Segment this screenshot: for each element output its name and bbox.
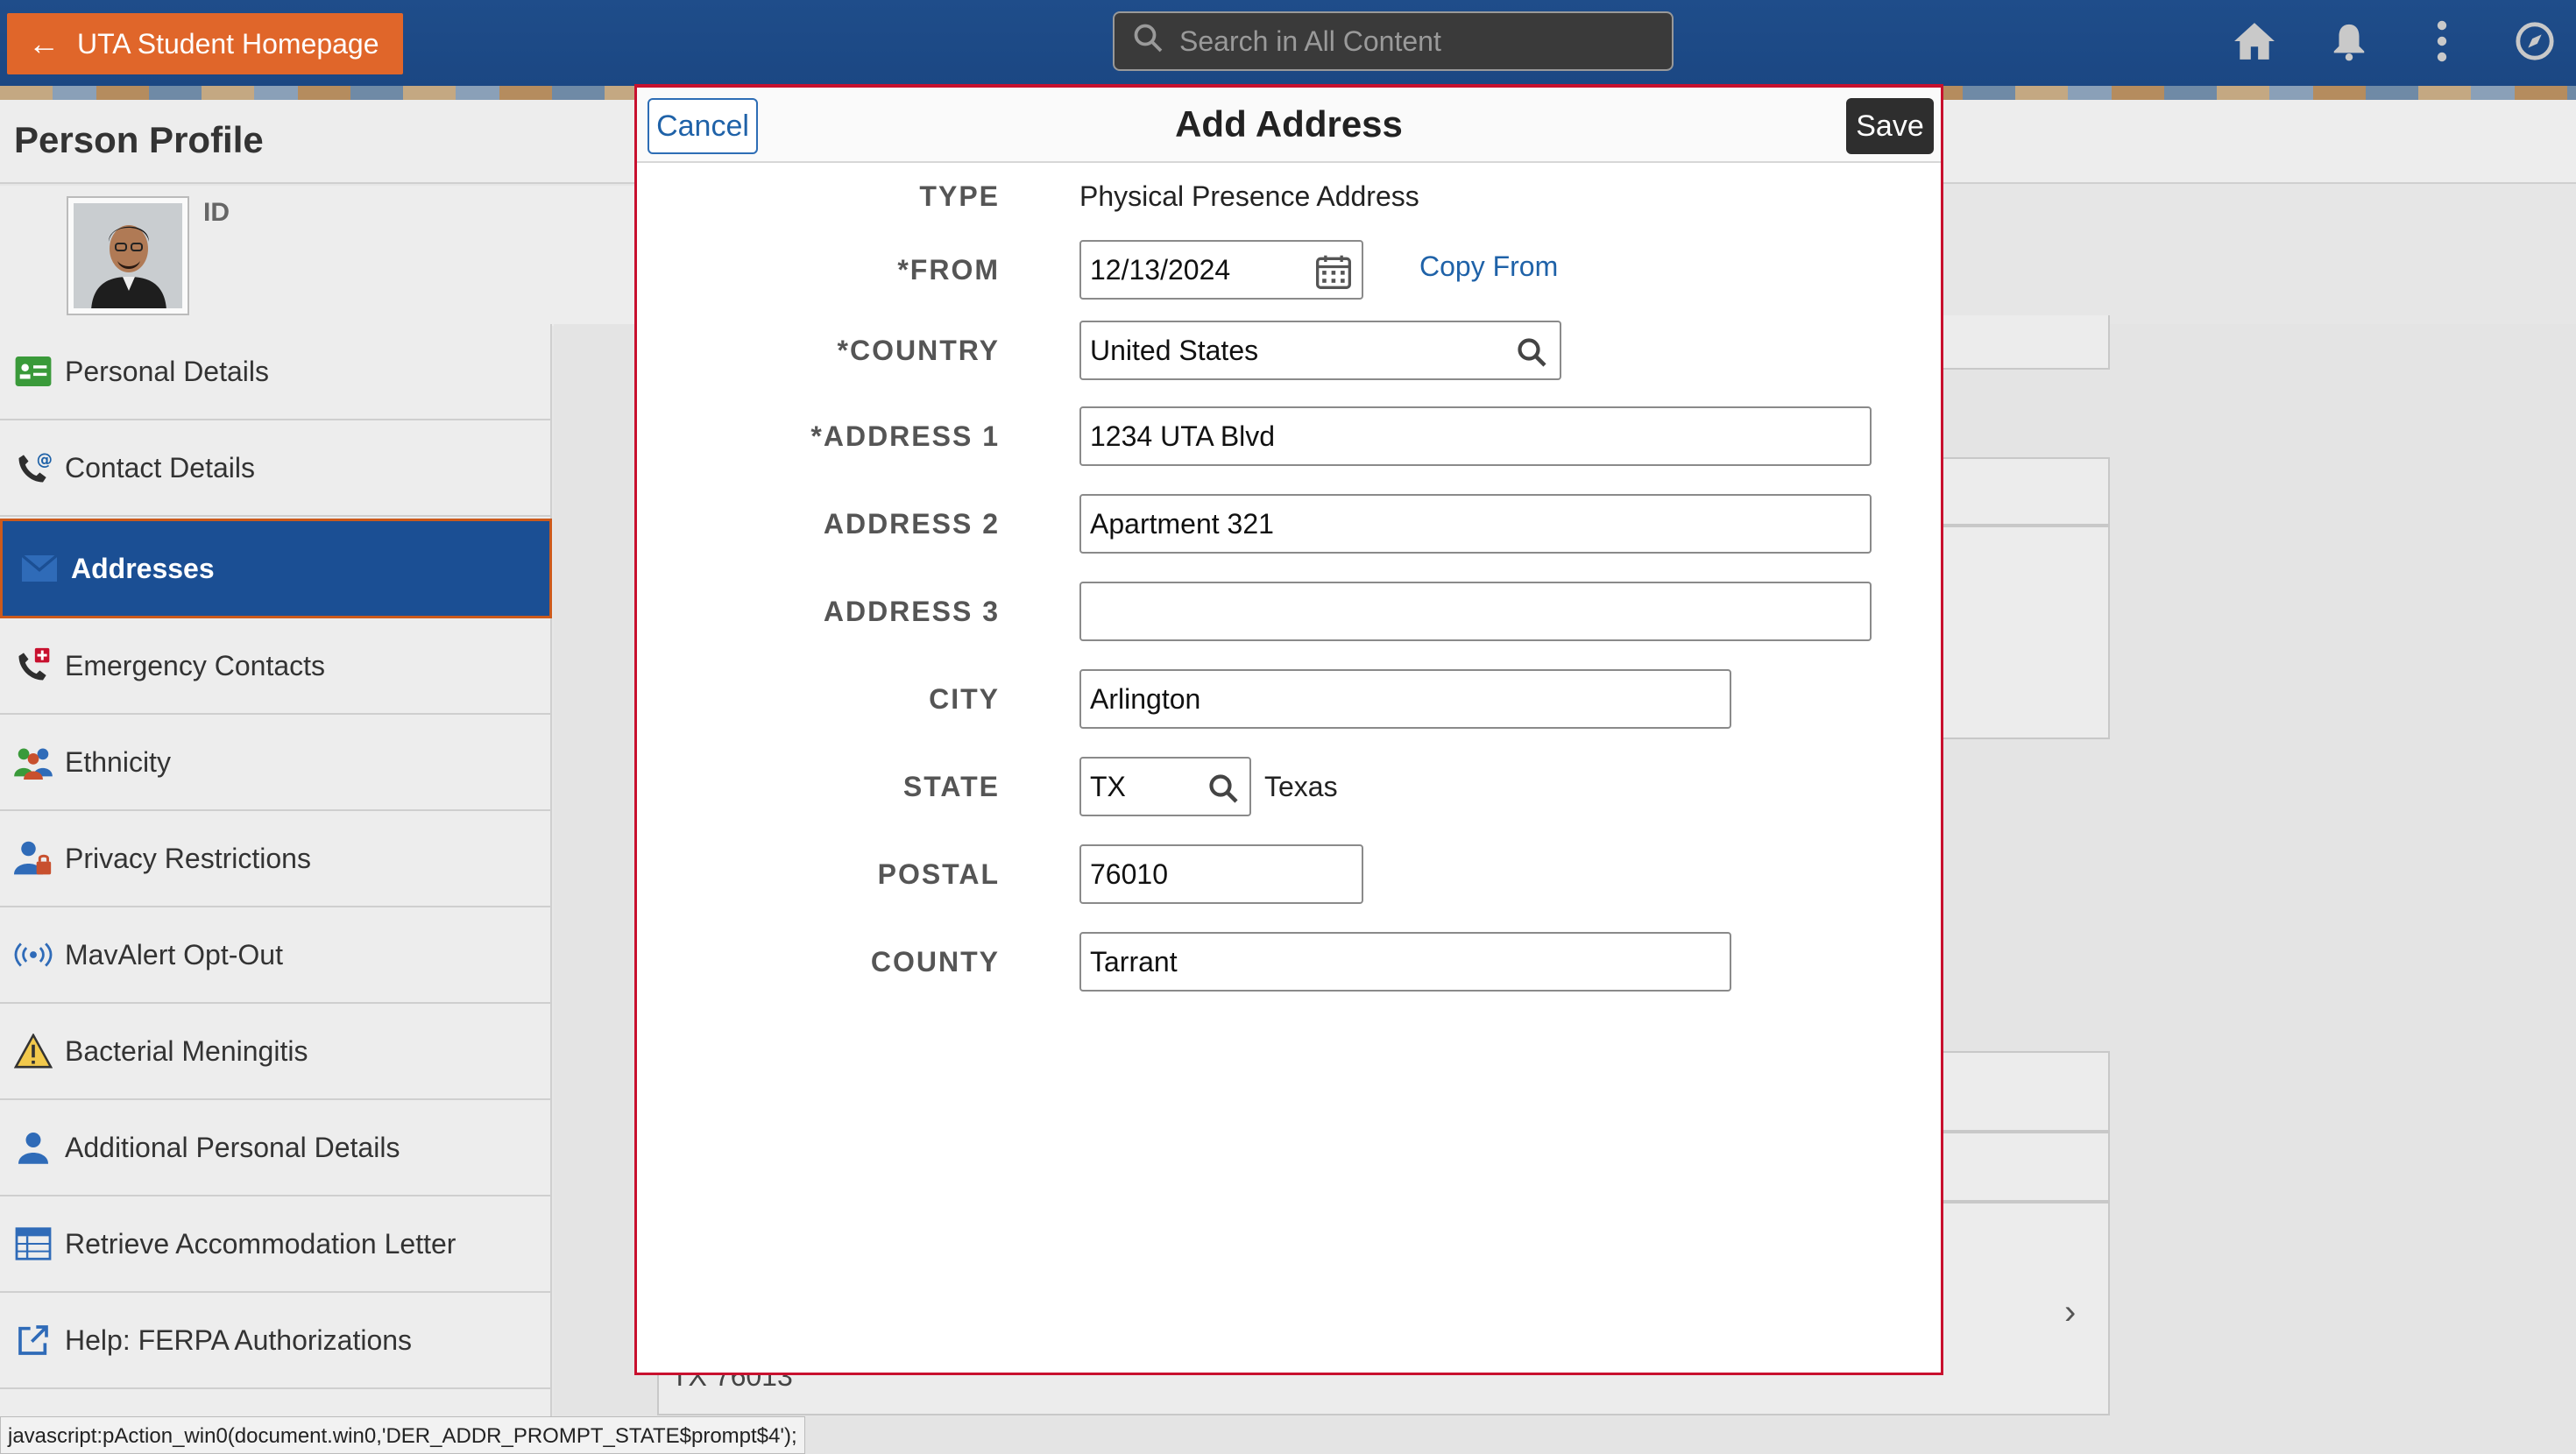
postal-value: 76010 — [1090, 858, 1168, 890]
sidebar-item-personal-details[interactable]: Personal Details — [0, 324, 552, 420]
cancel-button[interactable]: Cancel — [648, 98, 758, 154]
background-card — [1940, 1051, 2110, 1132]
search-placeholder: Search in All Content — [1179, 25, 1441, 57]
sidebar-item-label: Additional Personal Details — [65, 1131, 400, 1163]
sidebar-item-retrieve-accommodation-letter[interactable]: Retrieve Accommodation Letter — [0, 1196, 552, 1293]
search-icon — [1132, 22, 1164, 60]
city-label: CITY — [929, 683, 1000, 715]
back-to-homepage-button[interactable]: ← UTA Student Homepage — [7, 13, 403, 74]
state-value: TX — [1090, 770, 1126, 802]
home-icon[interactable] — [2233, 19, 2276, 63]
country-field[interactable]: United States — [1079, 321, 1561, 380]
sidebar-item-label: Contact Details — [65, 451, 255, 483]
postal-label: POSTAL — [877, 858, 1000, 890]
browser-status-bar: javascript:pAction_win0(document.win0,'D… — [0, 1416, 805, 1454]
state-label: STATE — [902, 771, 1000, 802]
modal-title: Add Address — [1175, 103, 1403, 145]
warning-icon — [14, 1032, 53, 1070]
type-label: TYPE — [919, 180, 1000, 212]
from-date-label: *FROM — [897, 254, 1000, 286]
sidebar-item-additional-personal-details[interactable]: Additional Personal Details — [0, 1100, 552, 1196]
from-date-value: 12/13/2024 — [1090, 253, 1231, 286]
sidebar-item-label: Bacterial Meningitis — [65, 1034, 308, 1067]
global-search-input[interactable]: Search in All Content — [1113, 11, 1674, 71]
bell-icon[interactable] — [2327, 19, 2371, 63]
address1-value: 1234 UTA Blvd — [1090, 420, 1276, 452]
search-icon[interactable] — [1204, 769, 1242, 808]
sidebar-item-label: Retrieve Accommodation Letter — [65, 1227, 456, 1260]
address1-label: *ADDRESS 1 — [810, 420, 1000, 452]
calendar-icon[interactable] — [1314, 252, 1353, 291]
svg-text:@: @ — [37, 450, 53, 469]
top-banner: ← UTA Student Homepage Search in All Con… — [0, 0, 2576, 86]
address1-field[interactable]: 1234 UTA Blvd — [1079, 406, 1872, 466]
profile-summary: ID — [0, 186, 638, 326]
copy-from-link[interactable]: Copy From — [1419, 251, 1558, 283]
county-field[interactable]: Tarrant — [1079, 932, 1731, 992]
more-options-icon[interactable] — [2420, 19, 2464, 63]
person-icon — [14, 1128, 53, 1167]
id-card-icon — [14, 352, 53, 391]
address2-label: ADDRESS 2 — [823, 508, 1000, 540]
sidebar-item-bacterial-meningitis[interactable]: Bacterial Meningitis — [0, 1004, 552, 1100]
phone-at-icon: @ — [14, 448, 53, 487]
sidebar-item-contact-details[interactable]: @ Contact Details — [0, 420, 552, 517]
sidebar-nav: Personal Details @ Contact Details Addre… — [0, 324, 552, 1454]
sidebar-item-addresses[interactable]: Addresses — [0, 519, 552, 618]
address3-field[interactable] — [1079, 582, 1872, 641]
country-value: United States — [1090, 334, 1259, 366]
background-card — [1940, 1132, 2110, 1202]
sidebar-item-label: Personal Details — [65, 355, 269, 387]
sidebar-item-label: Emergency Contacts — [65, 649, 326, 681]
sidebar-item-mavalert-opt-out[interactable]: MavAlert Opt-Out — [0, 907, 552, 1004]
country-label: *COUNTRY — [837, 335, 1000, 366]
sidebar-item-label: Help: FERPA Authorizations — [65, 1323, 413, 1356]
city-value: Arlington — [1090, 682, 1201, 715]
sidebar-item-emergency-contacts[interactable]: Emergency Contacts — [0, 618, 552, 715]
people-icon — [14, 743, 53, 781]
address2-value: Apartment 321 — [1090, 507, 1274, 540]
state-description: Texas — [1264, 771, 1338, 802]
sidebar-item-help-ferpa-authorizations[interactable]: Help: FERPA Authorizations — [0, 1293, 552, 1389]
external-link-icon — [14, 1321, 53, 1359]
sidebar-item-label: Privacy Restrictions — [65, 842, 311, 874]
chevron-right-icon[interactable]: › — [2064, 1293, 2076, 1332]
sidebar-item-label: MavAlert Opt-Out — [65, 938, 283, 971]
city-field[interactable]: Arlington — [1079, 669, 1731, 729]
background-card — [1940, 315, 2110, 370]
back-button-label: UTA Student Homepage — [77, 27, 379, 60]
phone-cross-icon — [14, 646, 53, 685]
address2-field[interactable]: Apartment 321 — [1079, 494, 1872, 554]
background-card — [1940, 457, 2110, 526]
county-label: COUNTY — [870, 946, 1000, 978]
compass-navbar-icon[interactable] — [2513, 19, 2557, 63]
avatar — [67, 196, 189, 315]
arrow-left-icon: ← — [28, 25, 60, 61]
state-field[interactable]: TX — [1079, 757, 1251, 816]
from-date-field[interactable]: 12/13/2024 — [1079, 240, 1363, 300]
add-address-modal: Add Address Cancel Save TYPE Physical Pr… — [634, 84, 1943, 1375]
id-label: ID — [203, 198, 230, 227]
modal-header: Add Address Cancel Save — [637, 88, 1941, 163]
type-value: Physical Presence Address — [1079, 180, 1419, 212]
postal-field[interactable]: 76010 — [1079, 844, 1363, 904]
sidebar-item-label: Addresses — [71, 552, 215, 584]
save-button[interactable]: Save — [1846, 98, 1934, 154]
sidebar-item-label: Ethnicity — [65, 745, 171, 778]
sidebar-item-ethnicity[interactable]: Ethnicity — [0, 715, 552, 811]
page-title: Person Profile — [14, 119, 264, 160]
background-card — [1940, 526, 2110, 739]
envelope-icon — [20, 549, 59, 588]
address3-label: ADDRESS 3 — [823, 596, 1000, 627]
search-icon[interactable] — [1512, 333, 1551, 371]
broadcast-icon — [14, 935, 53, 974]
table-icon — [14, 1225, 53, 1263]
county-value: Tarrant — [1090, 945, 1178, 978]
person-lock-icon — [14, 839, 53, 878]
sidebar-item-privacy-restrictions[interactable]: Privacy Restrictions — [0, 811, 552, 907]
